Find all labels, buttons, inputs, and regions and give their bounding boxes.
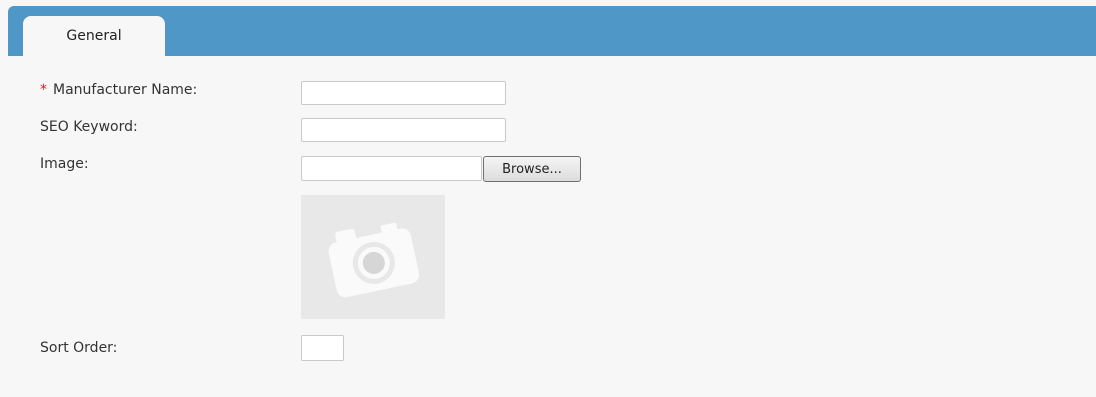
required-marker: * — [40, 82, 47, 98]
image-label: Image: — [40, 156, 89, 172]
manufacturer-name-label-text: Manufacturer Name: — [53, 82, 198, 98]
image-file-input[interactable] — [301, 156, 482, 181]
browse-button[interactable]: Browse... — [483, 156, 581, 182]
image-preview[interactable] — [301, 195, 445, 319]
tab-general[interactable]: General — [23, 16, 165, 56]
sort-order-label: Sort Order: — [40, 340, 118, 356]
manufacturer-name-input[interactable] — [301, 81, 506, 105]
tab-general-label: General — [66, 28, 122, 44]
sort-order-input[interactable] — [301, 335, 344, 361]
seo-keyword-label: SEO Keyword: — [40, 119, 138, 135]
manufacturer-name-label: * Manufacturer Name: — [40, 82, 197, 98]
camera-placeholder-icon — [328, 222, 420, 298]
tab-bar: General — [8, 6, 1096, 56]
seo-keyword-input[interactable] — [301, 118, 506, 142]
